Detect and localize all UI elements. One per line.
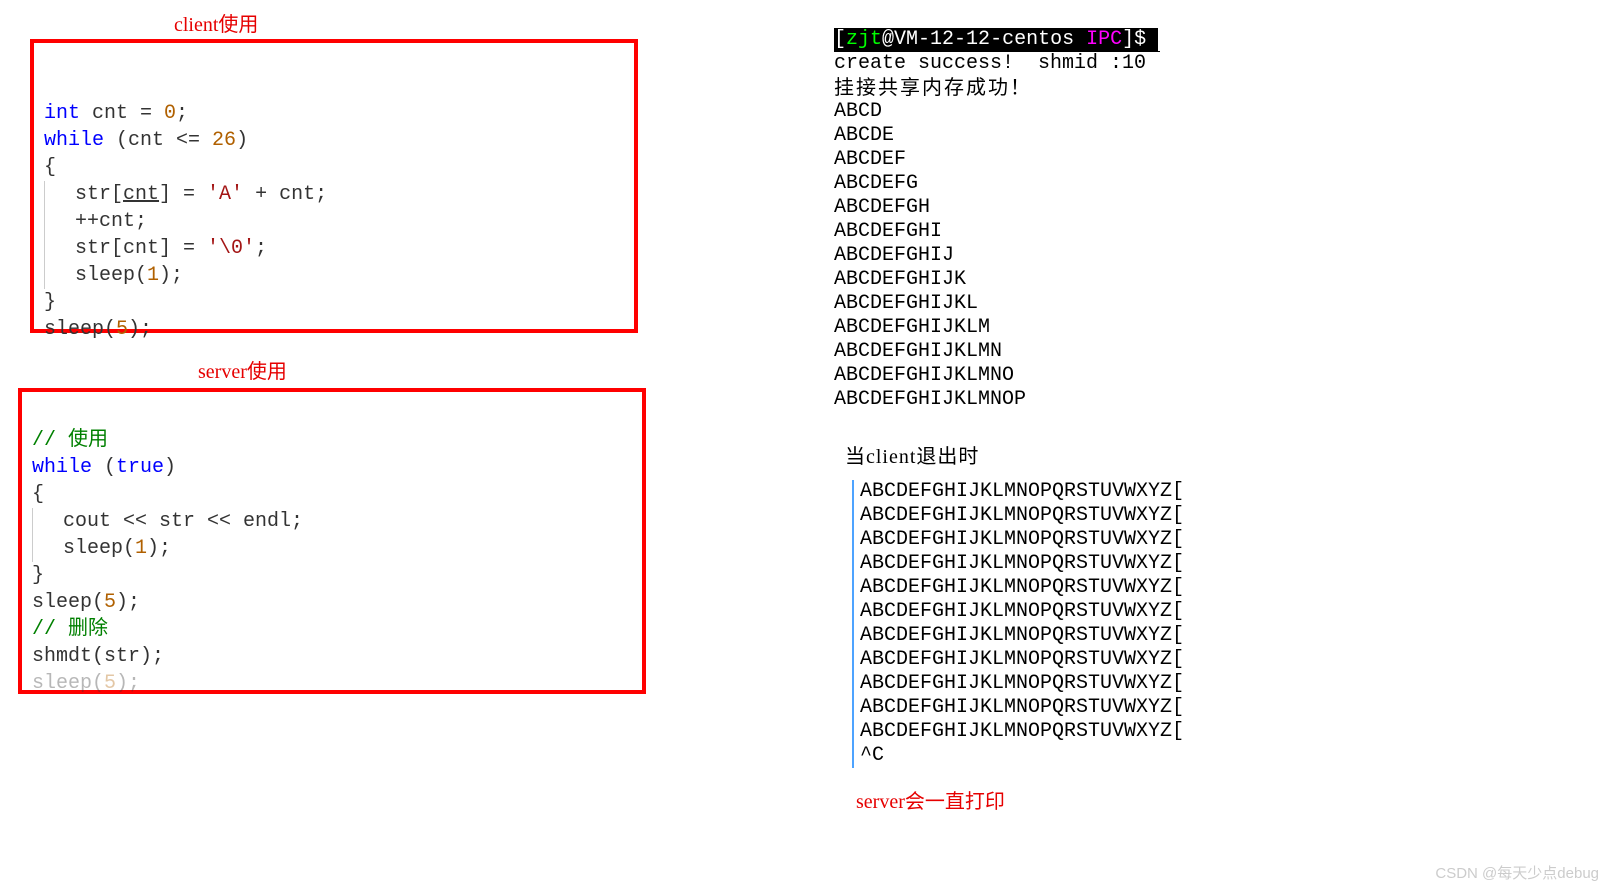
code-text: ); — [116, 591, 140, 614]
code-text: int — [44, 102, 80, 125]
code-text: // 使用 — [32, 429, 108, 452]
code-text: } — [32, 564, 44, 587]
server-code: // 使用 while (true) { cout << str << endl… — [22, 392, 642, 732]
code-text: while — [32, 456, 92, 479]
code-text: while — [44, 129, 104, 152]
code-text: ); — [147, 537, 171, 560]
client-code-box: int cnt = 0; while (cnt <= 26) { str[cnt… — [30, 39, 638, 333]
prompt-path: IPC — [1086, 28, 1122, 51]
terminal-cmd: ./ipcServer — [1158, 28, 1160, 51]
code-text: cout << str << endl; — [63, 510, 303, 533]
terminal-output-1: [zjt@VM-12-12-centos IPC]$ ./ipcServer c… — [834, 28, 1160, 408]
server-keep-label: server会一直打印 — [856, 785, 1005, 814]
prompt-user: zjt — [846, 28, 882, 51]
code-text: } — [44, 291, 56, 314]
code-text: { — [44, 156, 56, 179]
terminal-output-2: ABCDEFGHIJKLMNOPQRSTUVWXYZ[ ABCDEFGHIJKL… — [852, 480, 1184, 768]
code-text: '\0' — [207, 237, 255, 260]
server-code-box: // 使用 while (true) { cout << str << endl… — [18, 388, 646, 694]
client-code: int cnt = 0; while (cnt <= 26) { str[cnt… — [34, 43, 634, 378]
code-text: 26 — [212, 129, 236, 152]
code-text: ) — [236, 129, 248, 152]
code-text: sleep( — [75, 264, 147, 287]
code-text: ); — [128, 318, 152, 341]
code-text: ; — [255, 237, 267, 260]
terminal-seq-lines: ABCD ABCDE ABCDEF ABCDEFG ABCDEFGH ABCDE… — [834, 100, 1160, 408]
code-text: 'A' — [207, 183, 243, 206]
code-text: { — [32, 483, 44, 506]
code-text: ( — [92, 456, 116, 479]
code-text: shmdt(str); — [32, 645, 164, 668]
code-text: ); — [116, 672, 140, 695]
prompt-close: ]$ — [1122, 28, 1158, 51]
code-text: sleep( — [44, 318, 116, 341]
code-text: ; — [176, 102, 188, 125]
code-text: 5 — [116, 318, 128, 341]
terminal-line: create success! shmid :10 — [834, 52, 1160, 76]
code-text: str[cnt] = — [75, 237, 207, 260]
terminal-prompt: [zjt@VM-12-12-centos IPC]$ ./ipcServer — [834, 28, 1160, 52]
watermark: CSDN @每天少点debug — [1435, 862, 1599, 883]
prompt-at: @ — [882, 28, 894, 51]
code-text: 5 — [104, 591, 116, 614]
code-text: ++cnt; — [75, 210, 147, 233]
code-text: + cnt; — [243, 183, 327, 206]
code-text: ); — [159, 264, 183, 287]
code-text: ) — [164, 456, 176, 479]
code-text: (cnt <= — [104, 129, 212, 152]
code-text: ] = — [159, 183, 207, 206]
prompt-host: VM-12-12-centos — [894, 28, 1086, 51]
terminal-line: 挂接共享内存成功！ — [834, 76, 1160, 100]
code-text: 5 — [104, 672, 116, 695]
code-text: cnt — [123, 183, 159, 206]
code-text: cnt = — [80, 102, 164, 125]
exit-label: 当client退出时 — [845, 440, 979, 469]
server-label: server使用 — [198, 355, 287, 384]
code-text: 0 — [164, 102, 176, 125]
code-text: 1 — [135, 537, 147, 560]
client-label: client使用 — [174, 8, 258, 37]
code-text: 1 — [147, 264, 159, 287]
code-text: true — [116, 456, 164, 479]
code-text: sleep( — [32, 672, 104, 695]
code-text: str[ — [75, 183, 123, 206]
prompt-bracket: [ — [834, 28, 846, 51]
code-text: // 删除 — [32, 618, 108, 641]
code-text: sleep( — [63, 537, 135, 560]
code-text: sleep( — [32, 591, 104, 614]
